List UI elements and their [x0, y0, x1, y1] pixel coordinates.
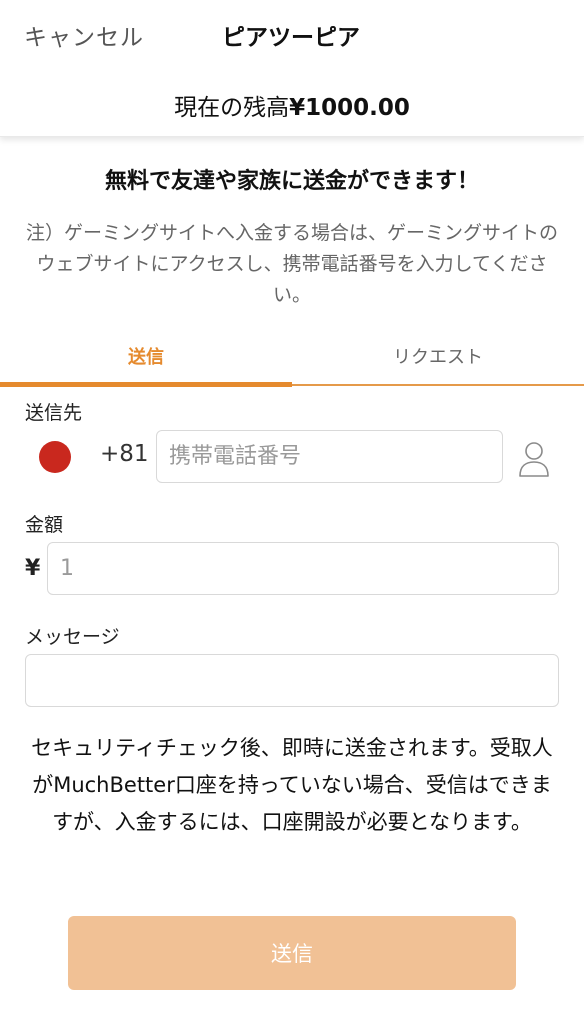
gaming-note: 注）ゲーミングサイトへ入金する場合は、ゲーミングサイトのウェブサイトにアクセスし… [25, 222, 558, 306]
active-tab-indicator [0, 382, 292, 387]
transfer-info-text: セキュリティチェック後、即時に送金されます。受取人がMuchBetter口座を持… [31, 736, 553, 834]
tab-bar: 送信 リクエスト [0, 338, 584, 387]
message-label: メッセージ [25, 626, 120, 648]
recipient-label: 送信先 [25, 402, 83, 424]
tab-request[interactable]: リクエスト [292, 338, 584, 382]
tab-send[interactable]: 送信 [0, 338, 292, 382]
p2p-send-screen: キャンセル ピアツーピア 現在の残高¥1000.00 無料で友達や家族に送金がで… [0, 0, 584, 1024]
header: キャンセル ピアツーピア 現在の残高¥1000.00 [0, 0, 584, 137]
phone-number-input[interactable] [156, 430, 503, 483]
promo-title: 無料で友達や家族に送金ができます！ [104, 169, 479, 194]
person-contact-icon[interactable] [516, 438, 552, 478]
balance-display: 現在の残高¥1000.00 [0, 88, 584, 122]
country-code[interactable]: +81 [100, 441, 149, 467]
amount-label: 金額 [25, 514, 64, 536]
currency-symbol: ¥ [25, 556, 41, 581]
page-title-text: ピアツーピア [222, 25, 360, 51]
send-button[interactable]: 送信 [68, 916, 516, 990]
message-input[interactable] [25, 654, 559, 707]
balance-label: 現在の残高 [174, 95, 290, 121]
japan-flag-icon[interactable] [39, 441, 71, 473]
balance-amount: ¥1000.00 [289, 95, 410, 121]
amount-input[interactable] [47, 542, 559, 595]
page-title: ピアツーピア [0, 18, 584, 52]
